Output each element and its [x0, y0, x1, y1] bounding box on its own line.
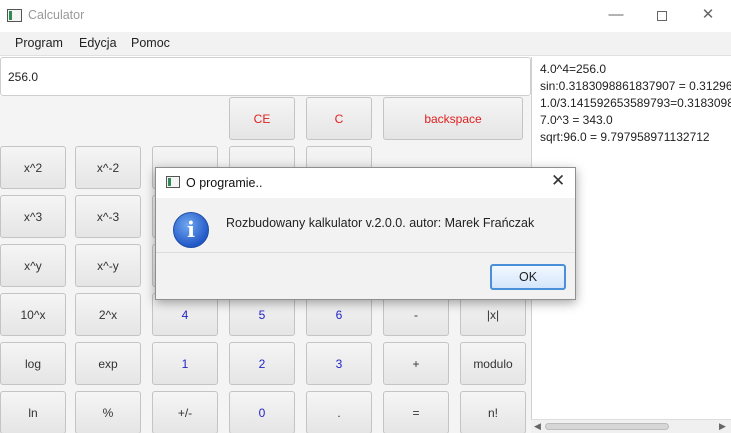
- square-button[interactable]: x^2: [0, 146, 66, 189]
- menu-edycja[interactable]: Edycja: [79, 36, 117, 50]
- scroll-left-icon[interactable]: ◀: [534, 421, 541, 432]
- dialog-app-icon: [166, 176, 180, 188]
- ok-button[interactable]: OK: [490, 264, 566, 290]
- history-line: sqrt:96.0 = 9.797958971132712: [540, 130, 710, 144]
- minimize-button[interactable]: —: [593, 0, 639, 32]
- dialog-title-bar: O programie.. ✕: [156, 168, 575, 198]
- ce-button[interactable]: CE: [229, 97, 295, 140]
- dialog-close-button[interactable]: ✕: [551, 171, 565, 191]
- inverse-power-button[interactable]: x^-y: [75, 244, 141, 287]
- dialog-message: Rozbudowany kalkulator v.2.0.0. autor: M…: [226, 216, 535, 230]
- c-button[interactable]: C: [306, 97, 372, 140]
- inverse-square-button[interactable]: x^-2: [75, 146, 141, 189]
- menu-pomoc[interactable]: Pomoc: [131, 36, 170, 50]
- history-line: 7.0^3 = 343.0: [540, 113, 613, 127]
- window-title: Calculator: [28, 8, 85, 22]
- backspace-button[interactable]: backspace: [383, 97, 523, 140]
- negate-button[interactable]: +/-: [152, 391, 218, 433]
- history-horizontal-scrollbar[interactable]: ◀ ▶: [531, 419, 731, 433]
- ten-power-button[interactable]: 10^x: [0, 293, 66, 336]
- history-line: 1.0/3.141592653589793=0.3183098861: [540, 96, 731, 110]
- close-button[interactable]: ✕: [685, 0, 731, 32]
- digit-1-button[interactable]: 1: [152, 342, 218, 385]
- power-button[interactable]: x^y: [0, 244, 66, 287]
- dialog-body: i Rozbudowany kalkulator v.2.0.0. autor:…: [156, 198, 575, 253]
- maximize-icon: [657, 11, 667, 21]
- info-icon: i: [173, 212, 209, 248]
- menu-bar: Program Edycja Pomoc: [0, 32, 731, 56]
- percent-button[interactable]: %: [75, 391, 141, 433]
- display-field[interactable]: 256.0: [0, 57, 531, 96]
- menu-program[interactable]: Program: [15, 36, 63, 50]
- modulo-button[interactable]: modulo: [460, 342, 526, 385]
- app-icon: [7, 9, 22, 22]
- exp-button[interactable]: exp: [75, 342, 141, 385]
- about-dialog: O programie.. ✕ i Rozbudowany kalkulator…: [155, 167, 576, 300]
- title-bar: Calculator — ✕: [0, 0, 731, 32]
- equals-button[interactable]: =: [383, 391, 449, 433]
- digit-2-button[interactable]: 2: [229, 342, 295, 385]
- maximize-button[interactable]: [639, 0, 685, 32]
- inverse-cube-button[interactable]: x^-3: [75, 195, 141, 238]
- history-line: sin:0.3183098861837907 = 0.3129617: [540, 79, 731, 93]
- scroll-right-icon[interactable]: ▶: [719, 421, 726, 432]
- cube-button[interactable]: x^3: [0, 195, 66, 238]
- history-line: 4.0^4=256.0: [540, 62, 607, 76]
- digit-3-button[interactable]: 3: [306, 342, 372, 385]
- decimal-point-button[interactable]: .: [306, 391, 372, 433]
- digit-0-button[interactable]: 0: [229, 391, 295, 433]
- two-power-button[interactable]: 2^x: [75, 293, 141, 336]
- ln-button[interactable]: ln: [0, 391, 66, 433]
- dialog-footer: OK: [156, 254, 575, 299]
- factorial-button[interactable]: n!: [460, 391, 526, 433]
- scrollbar-thumb[interactable]: [545, 423, 669, 430]
- dialog-title: O programie..: [186, 176, 263, 190]
- plus-button[interactable]: +: [383, 342, 449, 385]
- log-button[interactable]: log: [0, 342, 66, 385]
